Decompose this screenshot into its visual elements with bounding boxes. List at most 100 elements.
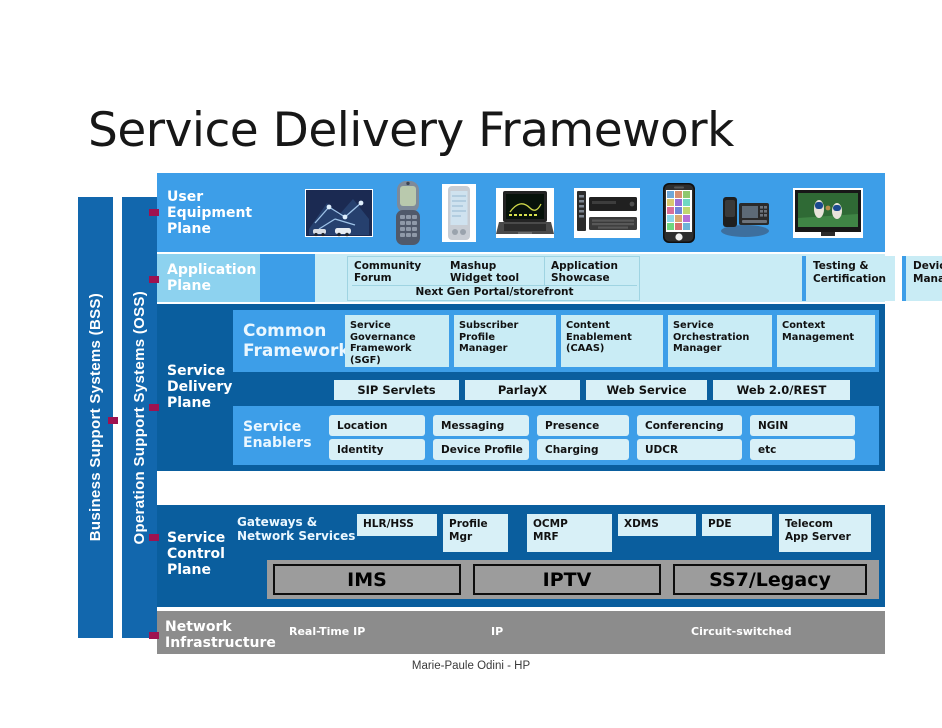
app-box-line-2: Certification bbox=[813, 272, 887, 285]
enabler-identity[interactable]: Identity bbox=[329, 439, 425, 460]
gateway-box-telecom-app-server[interactable]: Telecom App Server bbox=[779, 514, 871, 552]
gw-box-line-1: PDE bbox=[708, 518, 732, 530]
enabler-location[interactable]: Location bbox=[329, 415, 425, 436]
portal-cell-line-2: Showcase bbox=[551, 272, 610, 284]
ue-label-line-3: Plane bbox=[167, 220, 211, 237]
cf-box-line-1: Content bbox=[566, 320, 610, 331]
network-tech-ip: IP bbox=[491, 625, 504, 638]
gateways-network-services-label: Gateways & Network Services bbox=[237, 515, 355, 543]
connector-tab-bss-oss bbox=[108, 417, 118, 424]
cf-box-service-orchestration-manager[interactable]: Service Orchestration Manager bbox=[668, 315, 772, 367]
protocol-box-web-20-rest[interactable]: Web 2.0/REST bbox=[713, 380, 850, 400]
network-systems-band: IMS IPTV SS7/Legacy bbox=[267, 560, 879, 599]
cf-box-line-3: (CAAS) bbox=[566, 343, 605, 354]
plane-network-infrastructure: Network Infrastructure Real-Time IP IP C… bbox=[157, 611, 885, 654]
gw-box-line-2: Mgr bbox=[449, 530, 473, 543]
common-framework-band: Common Framework Service Governance Fram… bbox=[233, 310, 879, 372]
next-gen-portal-group: Community Forum Mashup Widget tool Appli… bbox=[347, 256, 640, 301]
gateway-box-xdms[interactable]: XDMS bbox=[618, 514, 696, 536]
smartphone-icon bbox=[660, 182, 698, 244]
plane-user-equipment: User Equipment Plane bbox=[157, 173, 885, 252]
enabler-ngin[interactable]: NGIN bbox=[750, 415, 855, 436]
gateway-box-profile-mgr[interactable]: Profile Mgr bbox=[443, 514, 508, 552]
cf-box-line-2: Management bbox=[782, 331, 855, 343]
gw-box-line-1: HLR/HSS bbox=[363, 518, 414, 530]
television-icon bbox=[793, 187, 864, 238]
ni-label-line-1: Network bbox=[165, 619, 232, 635]
sd-label-line-3: Plane bbox=[167, 395, 211, 411]
app-label-line-1: Application bbox=[167, 262, 257, 278]
protocol-box-parlayx[interactable]: ParlayX bbox=[465, 380, 580, 400]
app-box-line-2: Management bbox=[913, 272, 942, 285]
cf-box-content-enablement[interactable]: Content Enablement (CAAS) bbox=[561, 315, 663, 367]
plane-label-service-delivery: Service Delivery Plane bbox=[167, 363, 232, 411]
connector-tab-ue bbox=[149, 209, 159, 216]
enabler-charging[interactable]: Charging bbox=[537, 439, 629, 460]
service-enablers-title: Service Enablers bbox=[243, 419, 312, 451]
portal-cell-community-forum[interactable]: Community Forum bbox=[348, 257, 444, 285]
portal-cell-mashup-widget-tool[interactable]: Mashup Widget tool bbox=[444, 257, 544, 285]
enabler-device-profile[interactable]: Device Profile bbox=[433, 439, 529, 460]
network-box-iptv[interactable]: IPTV bbox=[473, 564, 661, 595]
gw-box-line-1: OCMP bbox=[533, 518, 568, 530]
portal-cell-line-1: Application bbox=[551, 260, 618, 272]
service-enablers-band: Service Enablers Location Messaging Pres… bbox=[233, 406, 879, 465]
se-title-line-2: Enablers bbox=[243, 435, 312, 451]
gw-box-line-1: Telecom bbox=[785, 518, 833, 530]
protocol-box-sip-servlets[interactable]: SIP Servlets bbox=[334, 380, 459, 400]
gw-box-line-2: App Server bbox=[785, 530, 851, 543]
cf-title-line-2: Framework bbox=[243, 341, 350, 361]
network-scene-icon bbox=[304, 188, 373, 237]
laptop-icon bbox=[496, 187, 555, 238]
gateway-box-pde[interactable]: PDE bbox=[702, 514, 772, 536]
footer-credit: Marie-Paule Odini - HP bbox=[411, 660, 531, 672]
connector-tab-sc bbox=[149, 534, 159, 541]
cf-box-line-2: Governance bbox=[350, 331, 416, 343]
portal-cell-application-showcase[interactable]: Application Showcase bbox=[544, 257, 641, 285]
app-box-device-management[interactable]: Device Management bbox=[902, 256, 942, 301]
cf-box-line-2: Enablement bbox=[566, 331, 632, 343]
app-box-line-1: Testing & bbox=[813, 260, 869, 272]
enabler-presence[interactable]: Presence bbox=[537, 415, 629, 436]
portal-caption: Next Gen Portal/storefront bbox=[415, 286, 574, 298]
network-box-ss7-legacy[interactable]: SS7/Legacy bbox=[673, 564, 867, 595]
sc-label-line-3: Plane bbox=[167, 562, 211, 578]
cf-box-subscriber-profile-manager[interactable]: Subscriber Profile Manager bbox=[454, 315, 556, 367]
sd-label-line-1: Service bbox=[167, 363, 226, 379]
gateway-box-ocmp-mrf[interactable]: OCMP MRF bbox=[527, 514, 612, 552]
gw-box-line-1: XDMS bbox=[624, 518, 659, 530]
plane-application: Application Plane Community Forum Mashup… bbox=[157, 254, 942, 302]
cf-box-line-2: Profile bbox=[459, 331, 496, 343]
application-accent-block bbox=[260, 254, 315, 302]
cf-box-context-management[interactable]: Context Management bbox=[777, 315, 875, 367]
enabler-messaging[interactable]: Messaging bbox=[433, 415, 529, 436]
oss-label: Operation Support Systems (OSS) bbox=[131, 290, 148, 545]
ue-label-line-1: User bbox=[167, 188, 204, 205]
ue-label-line-2: Equipment bbox=[167, 204, 253, 221]
cf-box-line-2: Orchestration bbox=[673, 331, 750, 343]
gw-box-line-1: Profile bbox=[449, 518, 488, 530]
cf-box-line-4: (SGF) bbox=[350, 354, 381, 366]
sc-label-line-2: Control bbox=[167, 546, 225, 562]
plane-label-service-control: Service Control Plane bbox=[167, 530, 225, 578]
cf-box-line-3: Framework bbox=[350, 343, 412, 354]
app-box-testing-certification[interactable]: Testing & Certification bbox=[802, 256, 895, 301]
page-title: Service Delivery Framework bbox=[88, 103, 734, 158]
enabler-etc[interactable]: etc bbox=[750, 439, 855, 460]
protocol-box-web-service[interactable]: Web Service bbox=[586, 380, 707, 400]
enabler-udcr[interactable]: UDCR bbox=[637, 439, 742, 460]
plane-service-delivery: Service Delivery Plane Common Framework … bbox=[157, 304, 885, 471]
gateway-box-hlr-hss[interactable]: HLR/HSS bbox=[357, 514, 437, 536]
se-title-line-1: Service bbox=[243, 419, 302, 435]
network-tech-real-time-ip: Real-Time IP bbox=[289, 625, 366, 638]
cf-box-service-governance-framework[interactable]: Service Governance Framework (SGF) bbox=[345, 315, 449, 367]
cf-box-line-3: Manager bbox=[459, 343, 508, 354]
sd-label-line-2: Delivery bbox=[167, 379, 233, 395]
plane-label-application-box: Application Plane bbox=[157, 254, 260, 302]
plane-label-user-equipment: User Equipment Plane bbox=[167, 189, 295, 237]
cf-box-line-1: Service bbox=[350, 320, 391, 331]
network-box-ims[interactable]: IMS bbox=[273, 564, 461, 595]
enabler-conferencing[interactable]: Conferencing bbox=[637, 415, 742, 436]
flip-phone-icon bbox=[393, 180, 423, 246]
app-box-line-1: Device bbox=[913, 260, 942, 272]
